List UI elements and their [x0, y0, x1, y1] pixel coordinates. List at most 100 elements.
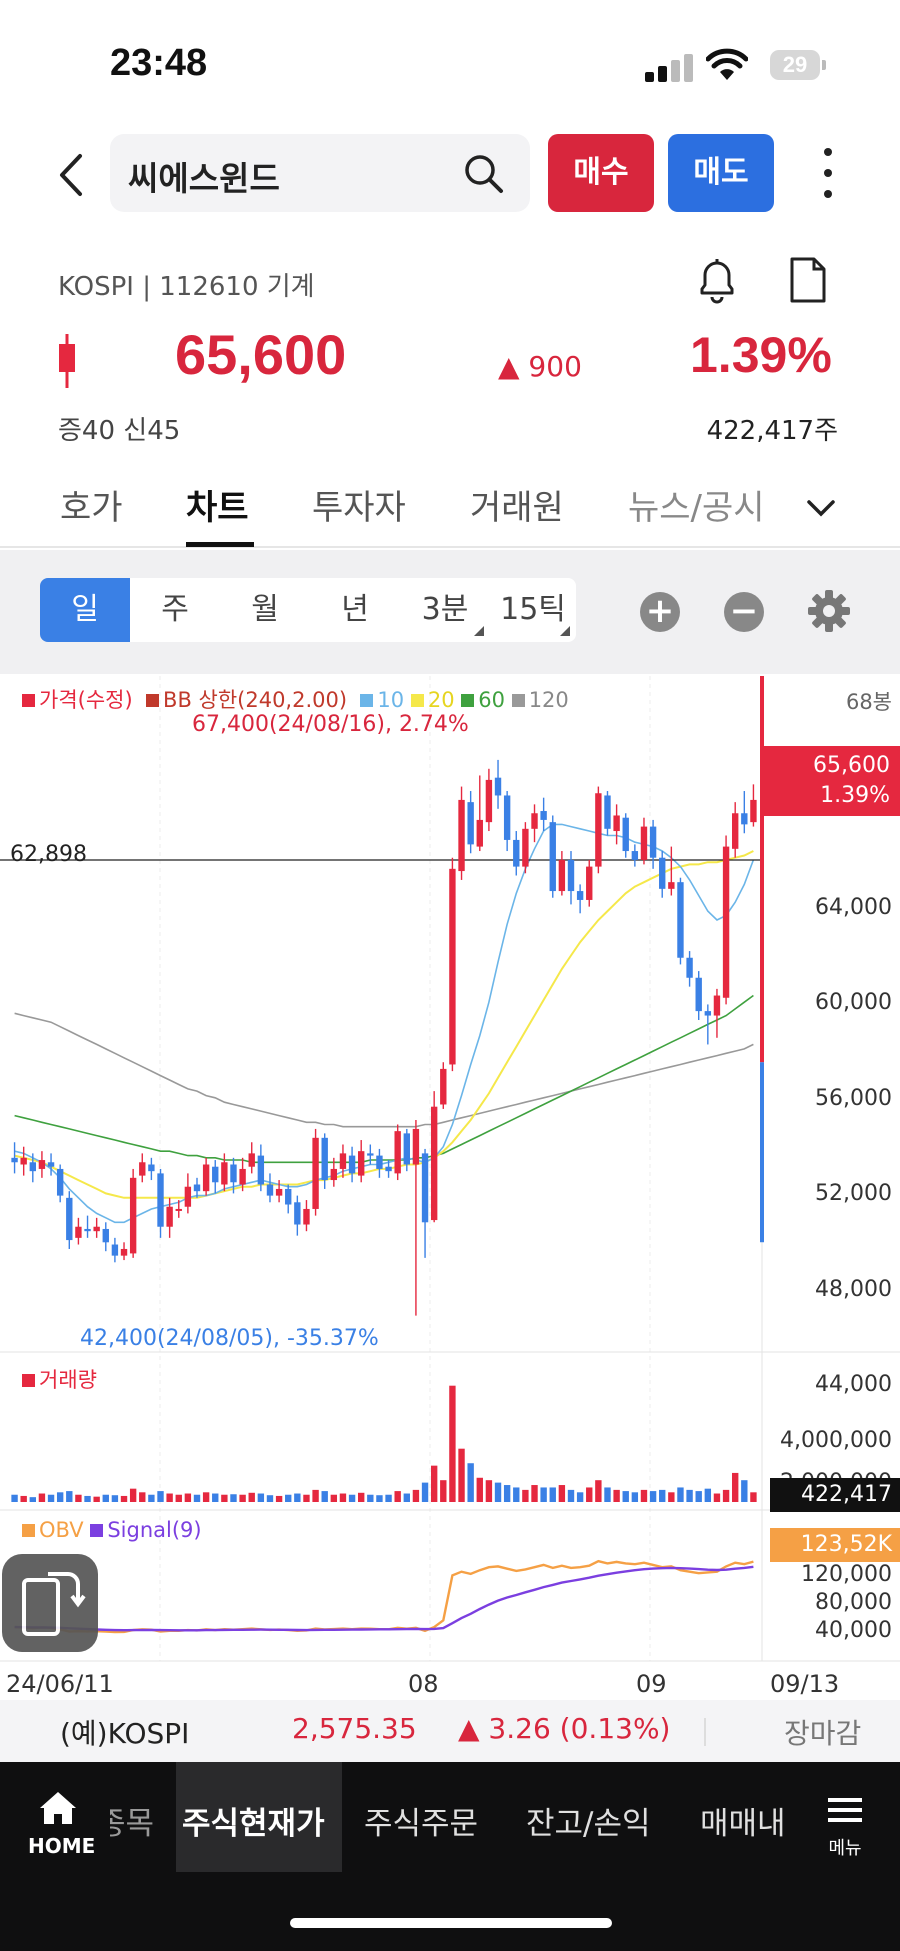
volume-bar [540, 1487, 547, 1502]
chevron-down-icon[interactable] [806, 498, 836, 518]
period-month[interactable]: 월 [220, 578, 310, 642]
candle-body [266, 1184, 274, 1196]
volume-bar [549, 1487, 556, 1502]
volume-bar [339, 1493, 347, 1502]
candle-body [741, 813, 748, 825]
volume-bar [230, 1494, 237, 1502]
volume-bar [148, 1494, 155, 1502]
candle-body [212, 1166, 219, 1183]
candle-body [367, 1153, 374, 1156]
search-icon[interactable] [462, 152, 506, 196]
volume-bar [102, 1494, 109, 1502]
candle-body [449, 868, 456, 1065]
tab-news[interactable]: 뉴스/공시 [628, 480, 778, 529]
candle-body [430, 1106, 438, 1221]
chart-legend: 가격(수정) BB 상한(240,2.00) 10 20 60 120 [22, 684, 569, 714]
zoom-out-button[interactable]: − [724, 592, 764, 632]
period-week[interactable]: 주 [130, 578, 220, 642]
tab-orderbook[interactable]: 호가 [60, 480, 123, 529]
volume-bar [595, 1480, 602, 1502]
tab-brokers[interactable]: 거래원 [470, 480, 564, 529]
volume-bar [358, 1492, 365, 1502]
candle-body [330, 1168, 338, 1181]
volume-bar [330, 1494, 338, 1502]
candle-body [503, 795, 511, 840]
candle-body [139, 1162, 146, 1176]
candle-body [20, 1157, 27, 1165]
tab-investors[interactable]: 투자자 [312, 480, 406, 529]
volume-bar [212, 1493, 219, 1502]
nav-current-price[interactable]: 주식현재가 [182, 1798, 325, 1843]
y-tick-48000: 48,000 [815, 1277, 892, 1302]
volume-legend-label: 거래량 [39, 1368, 97, 1392]
candle-body [312, 1137, 319, 1209]
candle-body [659, 857, 666, 889]
volume-bar [640, 1489, 648, 1502]
ma20-line [14, 850, 754, 1199]
volume-bar [586, 1487, 593, 1502]
period-3min[interactable]: 3분 [400, 578, 490, 642]
reference-line-label: 62,898 [10, 842, 87, 867]
volume-bar [513, 1487, 520, 1502]
chart-canvas[interactable] [0, 676, 900, 1699]
volume-bar [75, 1494, 82, 1502]
volume-bar [649, 1491, 657, 1502]
volume-bar [567, 1489, 575, 1502]
candle-body [202, 1164, 210, 1192]
volume-bar [84, 1495, 91, 1502]
zoom-in-button[interactable]: + [640, 592, 680, 632]
detail-tabs: 호가 차트 투자자 거래원 뉴스/공시 [0, 468, 900, 548]
volume-bar [294, 1493, 301, 1502]
volume-bar [38, 1493, 46, 1502]
candle-body [303, 1208, 310, 1225]
candle-body [513, 839, 520, 867]
stock-search-box[interactable]: 씨에스윈드 [110, 134, 530, 212]
nav-trades[interactable]: 매매내 [700, 1798, 792, 1843]
trade-volume: 422,417주 [706, 416, 838, 446]
candle-body [531, 813, 538, 829]
bell-icon[interactable] [694, 255, 740, 305]
candle-body [193, 1184, 201, 1192]
nav-balance[interactable]: 잔고/손익 [526, 1798, 651, 1843]
volume-bar [394, 1491, 401, 1502]
more-options-icon[interactable] [816, 146, 840, 200]
volume-bar [47, 1494, 55, 1502]
candle-body [485, 779, 493, 823]
volume-bar [56, 1492, 64, 1502]
nav-menu[interactable]: 메뉴 [820, 1790, 870, 1860]
volume-bar [732, 1472, 739, 1502]
document-icon[interactable] [788, 255, 828, 305]
candle-body [248, 1153, 255, 1167]
nav-order[interactable]: 주식주문 [364, 1798, 478, 1843]
period-year[interactable]: 년 [310, 578, 400, 642]
period-day[interactable]: 일 [40, 578, 130, 642]
candle-body [640, 826, 648, 860]
candle-body [129, 1177, 137, 1254]
candle-body [29, 1162, 36, 1172]
buy-button[interactable]: 매수 [548, 134, 654, 212]
candle-body [175, 1208, 182, 1211]
sell-button[interactable]: 매도 [668, 134, 774, 212]
y-tick-56000: 56,000 [815, 1086, 892, 1111]
volume-bar [221, 1494, 228, 1502]
gear-icon[interactable] [806, 588, 852, 634]
rotate-screen-button[interactable] [2, 1554, 98, 1652]
hamburger-icon [828, 1798, 862, 1822]
candle-body [467, 802, 474, 845]
ma120-line [14, 1012, 754, 1128]
volume-bar [576, 1492, 584, 1502]
period-15tick[interactable]: 15틱 [490, 578, 576, 642]
price-chart[interactable]: 가격(수정) BB 상한(240,2.00) 10 20 60 120 68봉 … [0, 676, 900, 1699]
nav-home[interactable]: HOME [28, 1788, 95, 1858]
legend-ma120: 120 [528, 688, 569, 712]
obv-current-tag: 123,52K [770, 1528, 900, 1562]
tab-chart[interactable]: 차트 [186, 480, 249, 529]
volume-bar [166, 1493, 173, 1502]
battery-level: 29 [782, 52, 808, 77]
signal-legend-label: Signal(9) [107, 1518, 202, 1542]
back-arrow-icon[interactable] [52, 150, 92, 200]
index-ticker-bar[interactable]: (예)KOSPI 2,575.35 ▲ 3.26 (0.13%) 장마감 [0, 1700, 900, 1762]
stock-name: 씨에스윈드 [128, 159, 280, 198]
volume-bar [421, 1482, 429, 1502]
nav-stock[interactable]: 종목 [110, 1798, 154, 1843]
